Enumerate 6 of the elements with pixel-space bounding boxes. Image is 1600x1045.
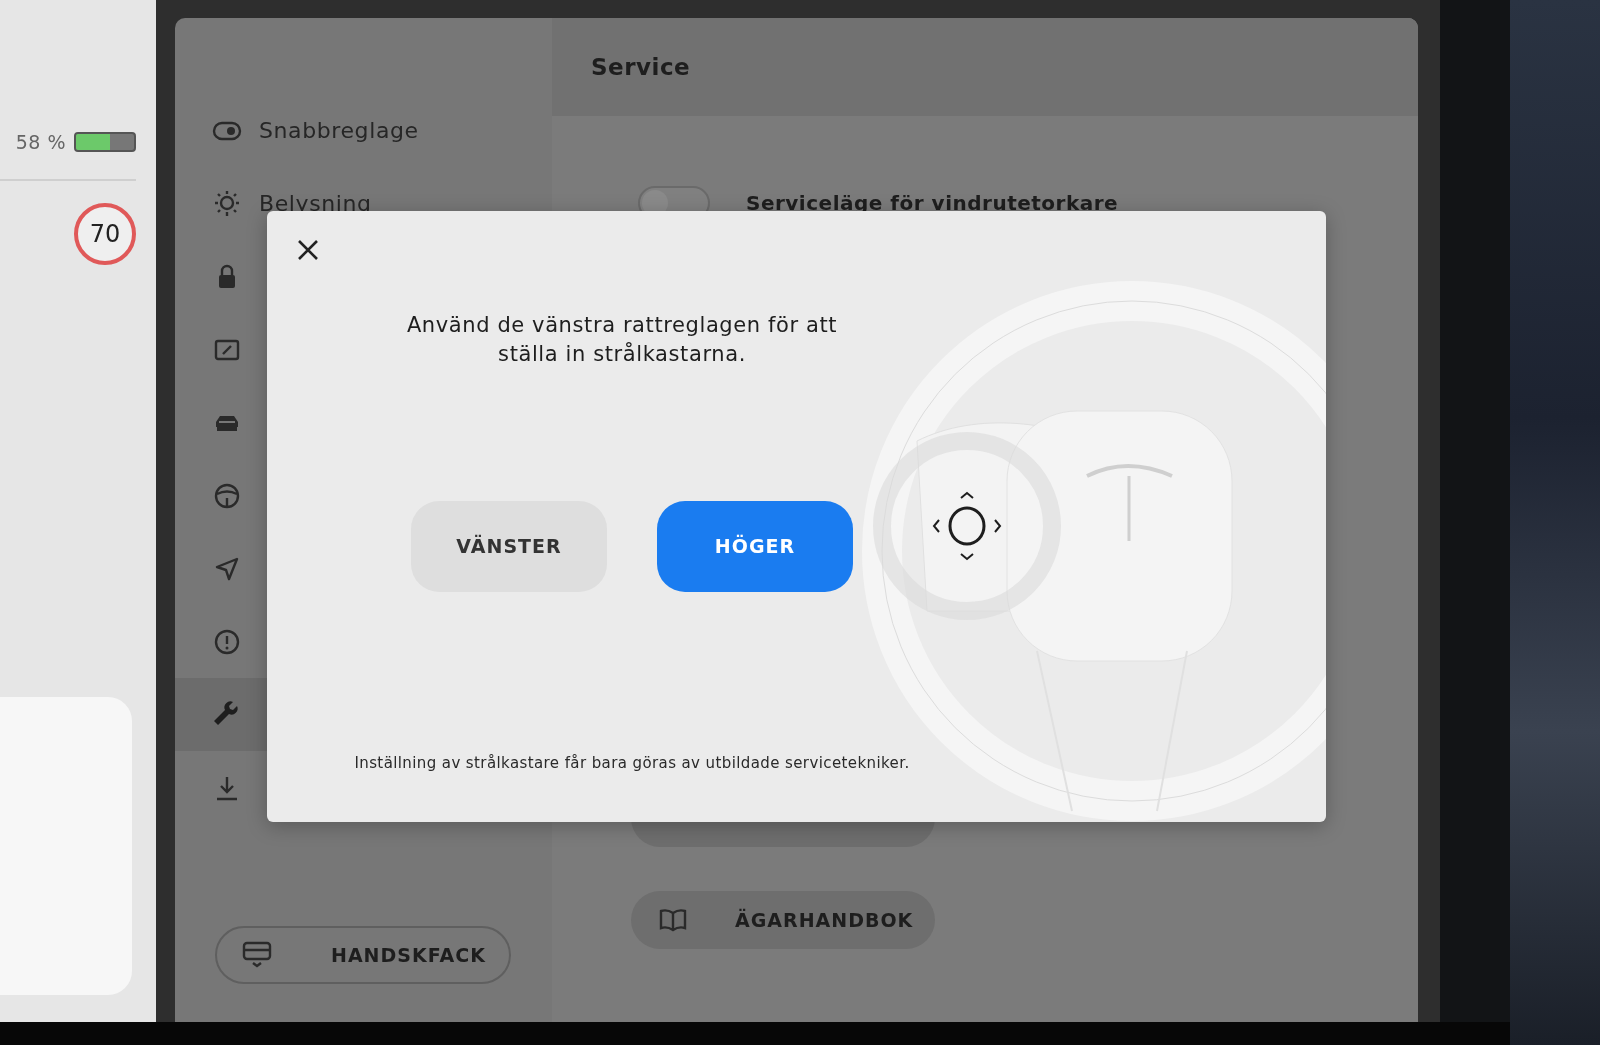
speed-limit-sign: 70 xyxy=(74,202,136,265)
setting-label: Serviceläge för vindrutetorkare xyxy=(746,190,1119,217)
panel-title: Service xyxy=(591,52,691,82)
battery-percentage: 58 % xyxy=(15,130,66,155)
dialog-message: Använd de vänstra rattreglagen för att ställa in strålkastarna. xyxy=(405,312,839,368)
warning-note: Inställning av strålkastare får bara göras av utbildade servicetekniker. xyxy=(353,753,910,774)
